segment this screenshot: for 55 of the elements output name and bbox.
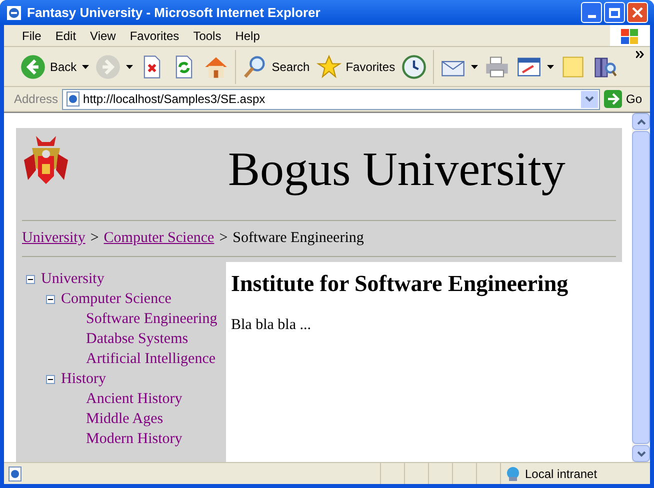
collapse-icon[interactable] xyxy=(46,374,55,384)
caret-icon[interactable] xyxy=(82,64,89,68)
tree-link[interactable]: Modern History xyxy=(86,428,182,450)
address-field[interactable]: http://localhost/Samples3/SE.aspx xyxy=(62,88,600,110)
tree-link[interactable]: Ancient History xyxy=(86,388,182,410)
scrollbar[interactable] xyxy=(632,113,650,462)
caret-icon[interactable] xyxy=(471,64,478,68)
printer-icon xyxy=(484,54,510,80)
breadcrumb-link[interactable]: Computer Science xyxy=(104,227,214,250)
scroll-up-icon[interactable] xyxy=(636,118,646,124)
star-icon xyxy=(316,54,342,80)
clock-icon xyxy=(401,54,428,80)
windows-flag-icon xyxy=(620,26,640,44)
collapse-icon[interactable] xyxy=(26,274,35,284)
note-icon xyxy=(560,54,586,80)
window-title: Fantasy University - Microsoft Internet Explorer xyxy=(27,4,320,22)
tree-link[interactable]: Computer Science xyxy=(61,288,172,310)
more-chevron-icon[interactable] xyxy=(636,51,644,58)
page-heading: Institute for Software Engineering xyxy=(231,270,570,298)
tree-link[interactable]: Software Engineering xyxy=(86,308,218,330)
tree-link[interactable]: University xyxy=(41,268,104,290)
go-button[interactable]: Go xyxy=(604,90,646,108)
breadcrumb-link[interactable]: University xyxy=(22,227,86,250)
menu-item[interactable]: Favorites xyxy=(126,26,184,44)
caret-icon[interactable] xyxy=(547,64,554,68)
tree-link[interactable]: Databse Systems xyxy=(86,328,188,350)
tree-link[interactable]: History xyxy=(61,368,106,390)
toolbar-icon-button[interactable] xyxy=(401,54,428,80)
address-label: Address xyxy=(14,91,58,108)
menu-item[interactable]: File xyxy=(18,26,46,44)
breadcrumb-separator: > xyxy=(90,229,99,248)
page-status-icon xyxy=(7,466,23,482)
arrow-right-icon xyxy=(604,90,622,108)
close-button[interactable] xyxy=(627,2,648,23)
menu-item[interactable]: Tools xyxy=(189,26,226,44)
tree-link[interactable]: Middle Ages xyxy=(86,408,164,430)
minimize-button[interactable] xyxy=(581,2,602,23)
menu-item[interactable]: Edit xyxy=(51,26,80,44)
toolbar-button[interactable]: Favorites xyxy=(316,54,396,80)
maximize-button[interactable] xyxy=(604,2,625,23)
menu-item[interactable]: View xyxy=(86,26,120,44)
close-icon xyxy=(632,7,643,18)
zone-label: Local intranet xyxy=(525,466,598,482)
collapse-icon[interactable] xyxy=(46,294,55,304)
body-text: Bla bla bla ... xyxy=(231,316,312,334)
toolbar-button[interactable]: Back xyxy=(20,54,77,80)
breadcrumb-current: Software Engineering xyxy=(232,229,364,248)
browser-logo-icon xyxy=(6,4,22,20)
page-icon xyxy=(65,91,82,107)
tree-link[interactable]: Artificial Intelligence xyxy=(86,348,216,370)
site-title: Bogus University xyxy=(228,146,566,194)
menu-item[interactable]: Help xyxy=(231,26,264,44)
scroll-down-icon[interactable] xyxy=(636,450,646,456)
toolbar-button[interactable]: Search xyxy=(242,54,310,80)
breadcrumb-separator: > xyxy=(219,229,228,248)
